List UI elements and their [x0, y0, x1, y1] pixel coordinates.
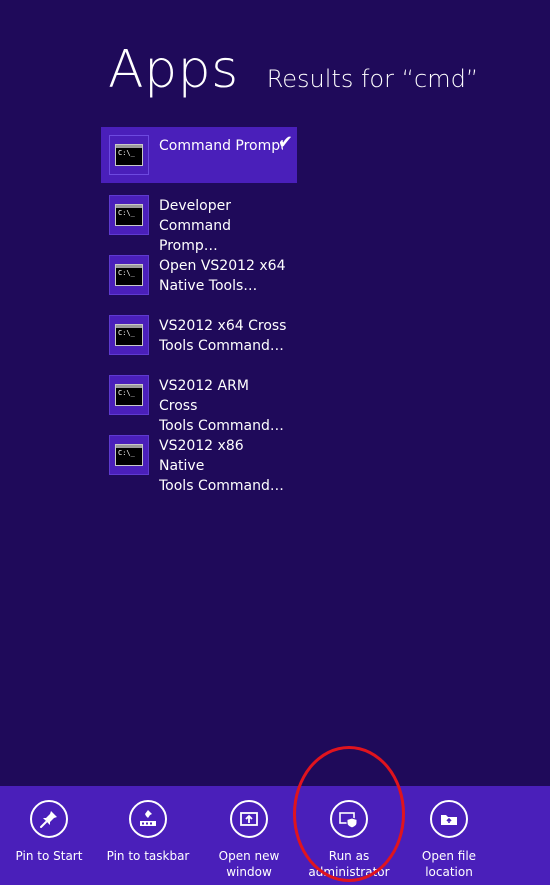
command-label: Run as administrator [308, 849, 390, 879]
console-icon: C:\_ [115, 324, 143, 346]
command-label: Pin to Start [15, 849, 83, 863]
command-label: Open file location [421, 849, 477, 879]
run-as-administrator-button[interactable]: Run as administrator [299, 800, 399, 880]
new-window-icon [230, 800, 268, 838]
app-tile: C:\_ [109, 435, 149, 475]
console-icon: C:\_ [115, 384, 143, 406]
console-icon-text: C:\_ [118, 449, 135, 457]
console-icon: C:\_ [115, 204, 143, 226]
folder-location-icon [430, 800, 468, 838]
app-tile: C:\_ [109, 195, 149, 235]
command-label: Pin to taskbar [106, 849, 190, 863]
checkmark-icon: ✔ [277, 132, 293, 153]
result-label: VS2012 x86 Native Tools Command… [159, 438, 284, 494]
start-search-screen: Apps Results for “cmd” C:\_ Command Prom… [0, 0, 550, 885]
console-icon: C:\_ [115, 264, 143, 286]
pin-icon [30, 800, 68, 838]
search-results-caption: Results for “cmd” [266, 65, 479, 93]
app-bar: Pin to Start Pin to taskbar Open new win… [0, 786, 550, 885]
app-tile: C:\_ [109, 375, 149, 415]
result-command-prompt[interactable]: C:\_ Command Prompt ✔ [101, 127, 297, 183]
result-vs2012-x86-native[interactable]: C:\_ VS2012 x86 Native Tools Command… [101, 427, 297, 494]
shield-admin-icon [330, 800, 368, 838]
app-tile: C:\_ [109, 315, 149, 355]
result-developer-command-prompt[interactable]: C:\_ Developer Command Promp… [101, 187, 297, 254]
result-label: VS2012 x64 Cross Tools Command… [159, 318, 287, 354]
console-icon: C:\_ [115, 444, 143, 466]
result-vs2012-x64-cross[interactable]: C:\_ VS2012 x64 Cross Tools Command… [101, 307, 297, 363]
app-tile: C:\_ [109, 135, 149, 175]
console-icon-text: C:\_ [118, 389, 135, 397]
pin-to-start-button[interactable]: Pin to Start [0, 800, 99, 864]
result-label: Command Prompt [159, 138, 283, 154]
console-icon-text: C:\_ [118, 209, 135, 217]
pin-to-taskbar-button[interactable]: Pin to taskbar [98, 800, 198, 864]
open-file-location-button[interactable]: Open file location [399, 800, 499, 880]
console-icon-text: C:\_ [118, 329, 135, 337]
console-icon-text: C:\_ [118, 269, 135, 277]
search-results-list: C:\_ Command Prompt ✔ C:\_ Developer Com… [101, 127, 297, 494]
result-vs2012-arm-cross[interactable]: C:\_ VS2012 ARM Cross Tools Command… [101, 367, 297, 434]
console-icon: C:\_ [115, 144, 143, 166]
search-header: Apps Results for “cmd” [108, 38, 478, 102]
result-vs2012-x64-native[interactable]: C:\_ Open VS2012 x64 Native Tools… [101, 247, 297, 303]
page-title: Apps [108, 40, 239, 100]
command-label: Open new window [218, 849, 280, 879]
app-tile: C:\_ [109, 255, 149, 295]
pin-taskbar-icon [129, 800, 167, 838]
result-label: Open VS2012 x64 Native Tools… [159, 258, 286, 294]
open-new-window-button[interactable]: Open new window [199, 800, 299, 880]
console-icon-text: C:\_ [118, 149, 135, 157]
